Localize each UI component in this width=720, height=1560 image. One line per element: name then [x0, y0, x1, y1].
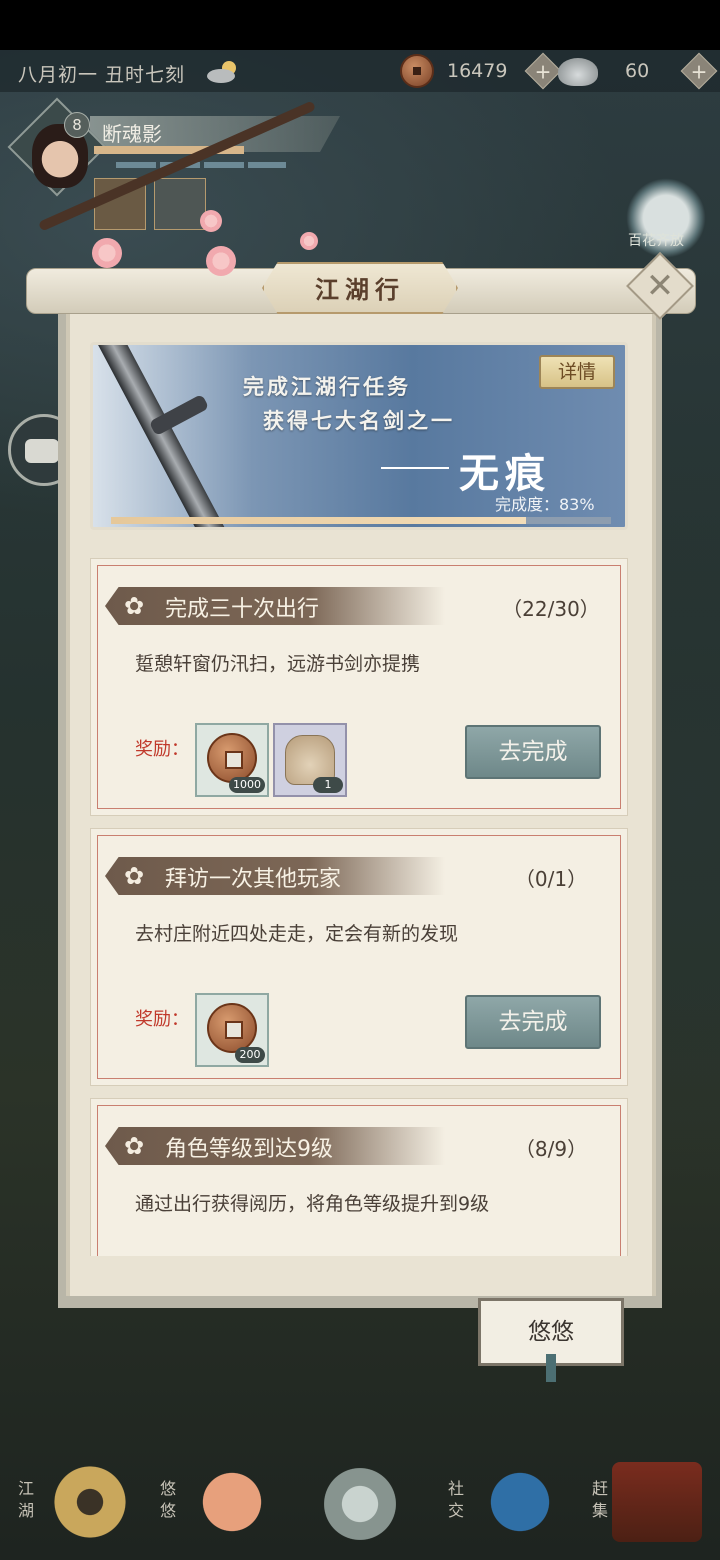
task-card: ✿ 角色等级到达9级 （8/9） 通过出行获得阅历，将角色等级提升到9级	[90, 1098, 628, 1268]
compass-star-icon[interactable]	[300, 1444, 420, 1560]
status-bar: 八月初一 丑时七刻 16479 + 60 +	[0, 50, 720, 92]
nav-label: 社交	[447, 1479, 464, 1520]
silver-count: 60	[625, 60, 650, 82]
go-complete-button[interactable]: 去完成	[465, 725, 601, 779]
task-progress: （0/1）	[514, 867, 588, 891]
reward-copper-coin[interactable]: 1000	[195, 723, 269, 797]
player-level-badge: 8	[64, 112, 90, 138]
banner-dash	[381, 467, 449, 469]
panel-bottom-edge	[70, 1256, 652, 1296]
bottom-navigation: 江湖 悠悠 社交 赶集	[0, 1440, 720, 1560]
crane-icon	[182, 1462, 282, 1542]
copper-coin-count: 16479	[447, 60, 508, 82]
banner-line-2: 获得七大名剑之一	[263, 408, 455, 433]
blossom-decoration	[300, 232, 318, 250]
task-progress: （8/9）	[514, 1137, 588, 1161]
banner-line-1: 完成江湖行任务	[243, 374, 411, 399]
task-progress: （22/30）	[502, 597, 600, 621]
partly-cloudy-icon	[207, 61, 236, 83]
task-description: 去村庄附近四处走走，定会有新的发现	[135, 923, 459, 945]
flower-icon: ✿	[123, 862, 145, 890]
task-name: 角色等级到达9级	[165, 1137, 333, 1162]
reward-quantity: 200	[235, 1047, 265, 1063]
blossom-decoration	[92, 238, 122, 268]
completion-label: 完成度：83%	[495, 495, 595, 514]
task-name: 拜访一次其他玩家	[165, 867, 342, 892]
blossom-decoration	[200, 210, 222, 232]
silver-ingot-icon	[558, 58, 598, 86]
nav-market[interactable]: 赶集	[586, 1440, 720, 1560]
go-complete-button[interactable]: 去完成	[465, 995, 601, 1049]
reward-copper-coin[interactable]: 200	[195, 993, 269, 1067]
blossom-decoration	[206, 246, 236, 276]
reward-label: 奖励：	[135, 739, 189, 760]
game-date-time: 八月初一 丑时七刻	[18, 64, 186, 86]
add-copper-button[interactable]: +	[524, 52, 562, 90]
buff-icon[interactable]	[154, 178, 206, 230]
basket-icon	[612, 1462, 702, 1542]
add-silver-button[interactable]: +	[680, 52, 718, 90]
copper-coin-icon	[400, 54, 434, 88]
task-card: ✿ 完成三十次出行 （22/30） 踅憩轩窗仍汛扫，远游书剑亦提携 奖励： 10…	[90, 558, 628, 816]
completion-progress-bar	[111, 517, 611, 524]
panel-title: 江湖行	[315, 275, 405, 304]
straw-hat-icon	[40, 1462, 140, 1542]
plus-icon: +	[534, 59, 552, 84]
task-description: 通过出行获得阅历，将角色等级提升到9级	[135, 1193, 490, 1215]
flower-icon: ✿	[123, 592, 145, 620]
details-button[interactable]: 详情	[539, 355, 615, 389]
nav-jianghu[interactable]: 江湖	[10, 1440, 170, 1560]
task-description: 踅憩轩窗仍汛扫，远游书剑亦提携	[135, 653, 421, 675]
flower-icon: ✿	[123, 1132, 145, 1160]
copper-coin-icon	[207, 733, 257, 783]
nav-youyou[interactable]: 悠悠	[152, 1440, 312, 1560]
nav-label: 悠悠	[159, 1479, 176, 1520]
tassel-decoration	[546, 1354, 556, 1382]
nav-label: 江湖	[17, 1479, 34, 1520]
task-name: 完成三十次出行	[165, 597, 320, 622]
stamina-segments	[116, 162, 286, 168]
reward-cloth-bundle[interactable]: 1	[273, 723, 347, 797]
wave-icon	[470, 1462, 570, 1542]
reward-label: 奖励：	[135, 1009, 189, 1030]
plus-icon: +	[690, 59, 708, 84]
task-card: ✿ 拜访一次其他玩家 （0/1） 去村庄附近四处走走，定会有新的发现 奖励： 2…	[90, 828, 628, 1086]
copper-coin-icon	[207, 1003, 257, 1053]
lotus-event-label: 百花齐放	[628, 233, 684, 249]
nav-label: 赶集	[591, 1479, 608, 1520]
close-icon: ✕	[645, 266, 675, 306]
sword-banner: 完成江湖行任务 获得七大名剑之一 无痕 详情 完成度：83%	[90, 342, 628, 530]
sword-illustration	[93, 345, 244, 527]
chat-bubble-icon	[25, 439, 59, 463]
notch-area	[0, 0, 720, 50]
player-name: 断魂影	[102, 122, 162, 146]
reward-quantity: 1000	[229, 777, 265, 793]
completion-progress-fill	[111, 517, 526, 524]
nav-social[interactable]: 社交	[440, 1440, 600, 1560]
reward-quantity: 1	[313, 777, 343, 793]
